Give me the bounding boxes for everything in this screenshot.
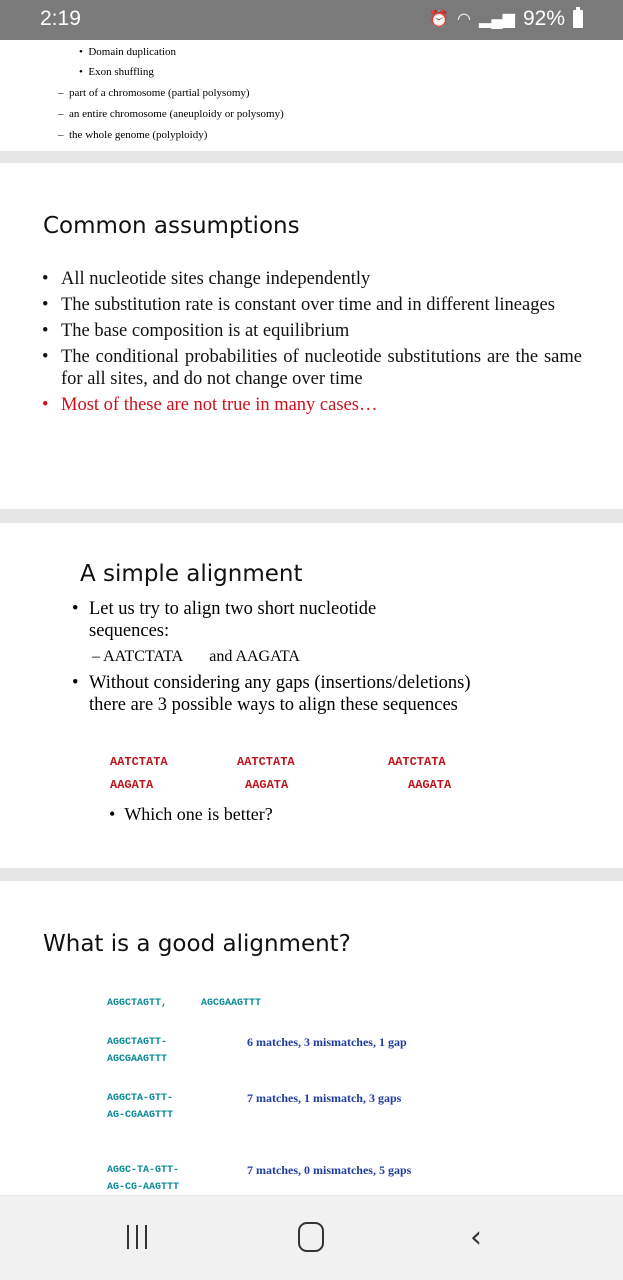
alignment-1-top: AATCTATA [110,755,168,769]
bullet-item: • Exon shuffling [79,66,154,78]
home-button[interactable] [298,1222,324,1252]
question: • Which one is better? [109,804,273,824]
bullet-item: • Without considering any gaps (insertion… [72,673,471,715]
slide-2: Common assumptions • All nucleotide sites… [0,163,623,509]
dash-item: – part of a chromosome (partial polysomy… [58,87,250,99]
bullet-item: • Let us try to align two short nucleotid… [72,599,377,641]
slide-title: What is a good alignment? [43,931,351,957]
alignment-3-top: AATCTATA [388,755,446,769]
alignment-1-bottom: AAGATA [110,778,154,792]
alarm-icon: ⏰ [429,11,450,28]
alignment-1-score: 6 matches, 3 mismatches, 1 gap [247,1035,407,1049]
navigation-bar: ‹ [0,1196,623,1280]
alignment-2-score: 7 matches, 1 mismatch, 3 gaps [247,1091,402,1105]
bullet-item: • The base composition is at equilibrium [42,321,350,341]
signal-icon: ▂▄▆ [479,11,515,28]
bullet-item: • The conditional probabilities of nucleo… [42,347,582,389]
bullet-item: • All nucleotide sites change independent… [42,269,371,289]
sequence-2: AGCGAAGTTT [201,998,262,1009]
alignment-2-top: AGGCTA-GTT- [107,1093,174,1104]
alignment-3-score: 7 matches, 0 mismatches, 5 gaps [247,1163,412,1177]
slide-1: • Domain duplication • Exon shuffling – … [0,40,623,151]
dash-item: – AATCTATA and AAGATA [92,648,300,665]
alignment-3-bottom: AAGATA [408,778,452,792]
slide-4: What is a good alignment? AGGCTAGTT, AGC… [0,881,623,1195]
dash-item: – an entire chromosome (aneuploidy or po… [58,108,284,120]
bullet-item-red: • Most of these are not true in many case… [42,395,378,415]
bullet-item: • The substitution rate is constant over … [42,295,555,315]
status-time: 2:19 [40,7,81,30]
slide-title: Common assumptions [43,213,300,239]
bullet-item: • Domain duplication [79,46,177,58]
slide-title: A simple alignment [80,561,303,587]
status-icons: ⏰ ◠ ▂▄▆ 92% [429,7,583,31]
back-button[interactable]: ‹ [470,1220,482,1255]
dash-item: – the whole genome (polyploidy) [58,129,208,141]
battery-percent: 92% [522,7,565,30]
alignment-1-top: AGGCTAGTT- [107,1037,168,1048]
alignment-2-top: AATCTATA [237,755,295,769]
alignment-2-bottom: AG-CGAAGTTT [107,1110,174,1121]
bullet-list: • All nucleotide sites change independent… [42,268,582,416]
back-chevron-icon: ‹ [470,1220,482,1255]
sequence-1: AGGCTAGTT, [107,998,168,1009]
recents-button[interactable] [124,1225,150,1249]
recents-icon [127,1225,129,1249]
alignment-1-bottom: AGCGAAGTTT [107,1054,168,1065]
slide-3: A simple alignment • Let us try to align … [0,523,623,868]
battery-icon [573,7,583,28]
alignment-3-bottom: AG-CG-AAGTTT [107,1182,180,1193]
alignment-2-bottom: AAGATA [245,778,289,792]
status-bar: 2:19 ⏰ ◠ ▂▄▆ 92% [0,0,623,40]
wifi-icon: ◠ [457,11,472,28]
alignment-3-top: AGGC-TA-GTT- [107,1165,180,1176]
